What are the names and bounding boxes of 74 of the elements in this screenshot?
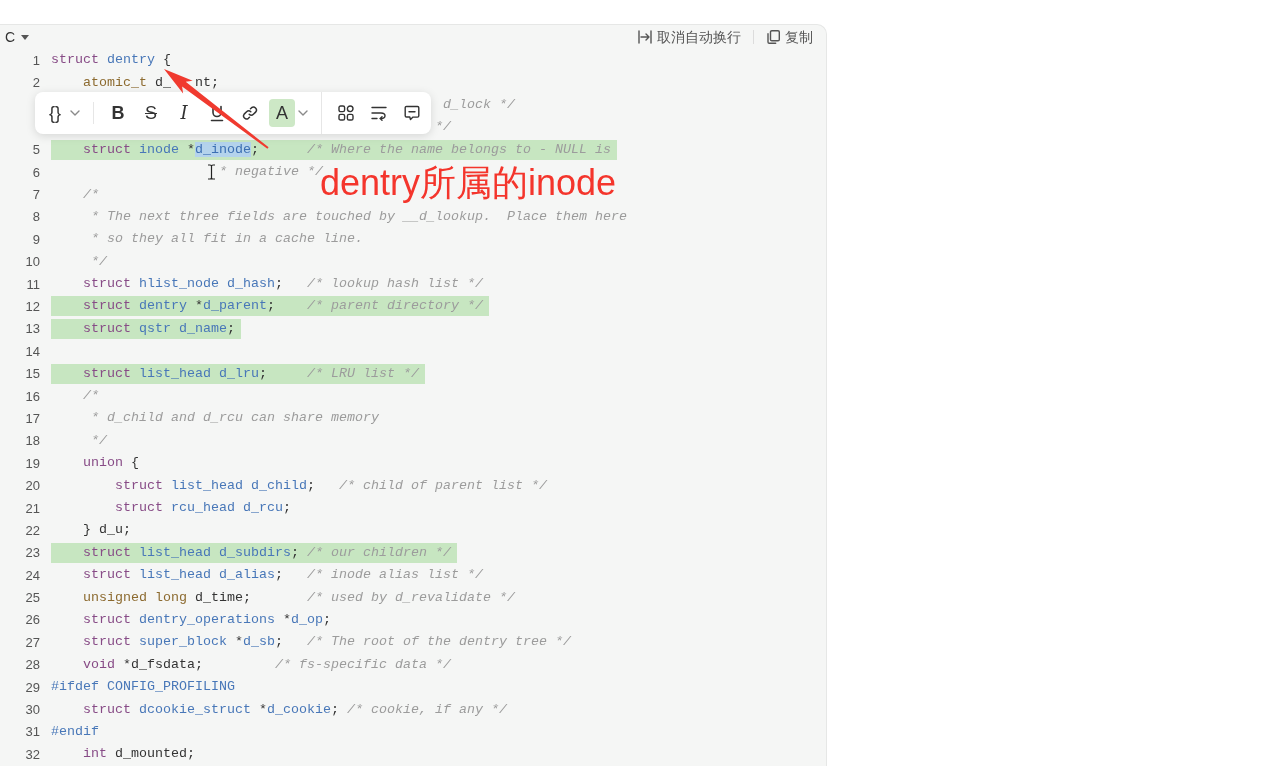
code-line: struct rcu_head d_rcu;	[115, 499, 291, 517]
line-number: 10	[24, 255, 40, 269]
line-number: 19	[24, 456, 40, 470]
code-comment: * The next three fields are touched by __d_lookup. Place them here	[91, 207, 627, 226]
code-line: int d_mounted;	[83, 745, 195, 764]
line-number: 8	[31, 210, 40, 224]
unwrap-button[interactable]: 取消自动换行	[638, 30, 741, 44]
code-comment: */	[91, 252, 107, 271]
line-number: 29	[24, 680, 40, 694]
code-comment: */	[91, 431, 107, 450]
code-line: #endif	[51, 722, 99, 741]
code-line: struct dcookie_struct *d_cookie; /* cookie, if any */	[83, 700, 507, 719]
line-number: 20	[24, 479, 40, 493]
code-comment: /*	[83, 387, 99, 406]
copy-button[interactable]: 复制	[766, 30, 813, 44]
link-icon	[242, 105, 258, 121]
line-number: 14	[24, 344, 40, 358]
code-line: atomic_t d_ nt;	[83, 73, 219, 92]
line-number: 23	[24, 546, 40, 560]
code-comment: * negative */	[218, 163, 323, 180]
comment-icon	[404, 105, 420, 121]
code-block-button[interactable]: {}	[43, 99, 67, 127]
code-comment: d_lock */	[442, 95, 515, 114]
line-number: 1	[31, 53, 40, 67]
copy-icon	[766, 30, 780, 44]
text-cursor-icon	[207, 164, 216, 180]
code-comment: * so they all fit in a cache line.	[91, 230, 363, 249]
code-line: struct hlist_node d_hash; /* lookup hash list */	[83, 275, 483, 294]
bold-button[interactable]: B	[104, 99, 132, 127]
text-wrap-icon	[371, 105, 387, 121]
line-number: 30	[24, 703, 40, 716]
code-line: unsigned long d_time; /* used by d_revalidate */	[83, 588, 515, 607]
line-number: 27	[24, 635, 40, 649]
code-line: } d_u;	[83, 521, 131, 540]
italic-button[interactable]: I	[170, 99, 198, 127]
line-number: 7	[31, 188, 40, 202]
line-number: 17	[24, 411, 40, 425]
caret-icon[interactable]	[70, 110, 80, 116]
line-number: 22	[24, 523, 40, 537]
code-line: void *d_fsdata; /* fs-specific data */	[83, 655, 451, 674]
line-number: 24	[24, 568, 40, 582]
code-line: union {	[83, 454, 139, 473]
line-number: 25	[24, 591, 40, 605]
line-number: 2	[31, 76, 40, 90]
caret-icon[interactable]	[21, 34, 30, 40]
code-line: #ifdef CONFIG_PROFILING	[51, 678, 235, 697]
caret-icon[interactable]	[298, 110, 308, 116]
code-line: struct list_head d_alias; /* inode alias list */	[83, 566, 483, 585]
arrow-to-bar-icon	[638, 30, 652, 44]
line-number: 6	[31, 165, 40, 179]
line-number: 26	[24, 613, 40, 627]
line-number: 11	[25, 277, 40, 291]
code-line: struct dentry_operations *d_op;	[83, 610, 331, 629]
strikethrough-button[interactable]: S	[137, 99, 165, 127]
line-number: 32	[24, 747, 40, 761]
line-number: 9	[31, 232, 40, 246]
code-line: struct super_block *d_sb; /* The root of the dentry tree */	[83, 633, 571, 652]
line-number: 16	[24, 389, 40, 403]
line-number: 31	[24, 725, 40, 739]
line-number: 28	[24, 658, 40, 672]
line-number: 15	[24, 367, 40, 381]
line-number: 18	[24, 434, 40, 448]
code-comment: * d_child and d_rcu can share memory	[91, 409, 379, 428]
line-number: 5	[31, 143, 40, 157]
language-selector[interactable]: C	[5, 30, 30, 44]
code-line: struct list_head d_child; /* child of parent list */	[115, 476, 547, 495]
line-number: 21	[24, 501, 40, 515]
code-comment: */	[434, 118, 451, 137]
code-line: struct dentry {	[51, 51, 171, 70]
grid-icon	[338, 105, 354, 121]
highlight-button[interactable]: A	[269, 99, 295, 127]
line-number: 12	[24, 300, 40, 313]
line-number: 13	[24, 322, 40, 336]
code-comment: /*	[83, 185, 99, 204]
